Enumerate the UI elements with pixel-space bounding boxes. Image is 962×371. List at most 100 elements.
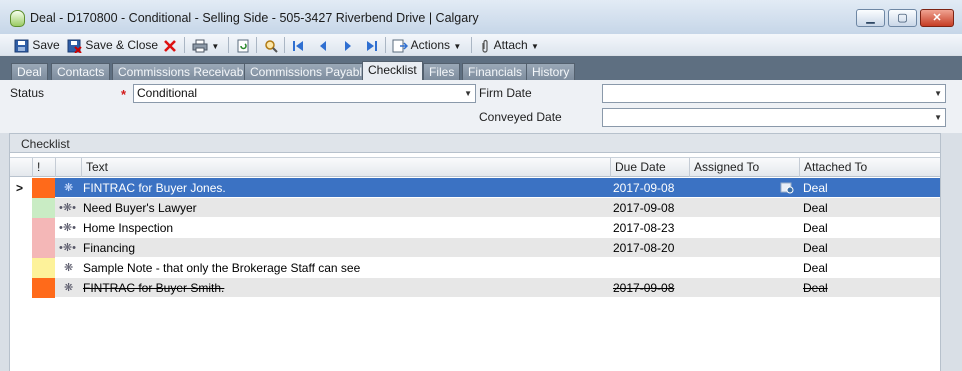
toolbar-separator (228, 37, 229, 53)
row-text: Home Inspection (83, 221, 174, 235)
priority-flag[interactable] (32, 178, 55, 198)
current-row-icon: > (16, 181, 24, 195)
tab-history[interactable]: History (526, 63, 576, 80)
task-type-icon: •❋• (59, 222, 76, 234)
document-refresh-icon (237, 39, 249, 53)
row-selector[interactable] (10, 238, 32, 258)
header-attached-to[interactable]: Attached To (799, 158, 940, 177)
row-selector[interactable] (10, 198, 32, 218)
find-button[interactable] (264, 37, 278, 53)
next-record-button[interactable] (343, 37, 353, 53)
tab-checklist[interactable]: Checklist (362, 61, 423, 80)
delete-icon (164, 39, 176, 52)
minimize-icon: ▁ (866, 12, 875, 24)
row-selector[interactable] (10, 278, 32, 298)
title-bar[interactable]: Deal - D170800 - Conditional - Selling S… (0, 0, 962, 35)
row-attached-to: Deal (803, 221, 828, 235)
actions-icon (392, 39, 408, 53)
chevron-down-icon: ▼ (211, 42, 220, 51)
row-text: Need Buyer's Lawyer (83, 201, 197, 215)
actions-menu[interactable]: Actions ▼ (392, 37, 461, 53)
priority-flag[interactable] (32, 238, 55, 258)
window-title: Deal - D170800 - Conditional - Selling S… (30, 11, 479, 25)
delete-button[interactable] (163, 37, 177, 53)
row-attached-to: Deal (803, 261, 828, 275)
task-type-icon: ❋ (64, 182, 74, 194)
attach-label: Attach (493, 38, 528, 52)
conveyed-date-label: Conveyed Date (479, 110, 562, 124)
row-selector[interactable] (10, 258, 32, 278)
row-selector[interactable]: > (10, 178, 32, 198)
status-label: Status (10, 86, 45, 100)
last-record-icon (367, 40, 377, 51)
save-close-button[interactable]: Save & Close (67, 37, 158, 53)
print-button[interactable]: ▼ (192, 37, 219, 53)
tab-financials[interactable]: Financials (462, 63, 529, 80)
header-row-selector (10, 158, 32, 177)
minimize-button[interactable]: ▁ (856, 9, 885, 27)
save-button[interactable]: Save (14, 37, 60, 53)
table-row[interactable]: •❋• Need Buyer's Lawyer 2017-09-08 Deal (10, 198, 940, 218)
table-row[interactable]: •❋• Home Inspection 2017-08-23 Deal (10, 218, 940, 238)
toolbar: Save Save & Close ▼ Actions ▼ Attach ▼ (0, 34, 962, 55)
previous-record-icon (320, 40, 326, 51)
app-icon (10, 10, 25, 27)
printer-icon (192, 39, 208, 53)
save-close-icon (67, 39, 82, 53)
priority-flag[interactable] (32, 278, 55, 298)
attach-menu[interactable]: Attach ▼ (479, 37, 539, 53)
priority-flag[interactable] (32, 198, 55, 218)
row-attached-to: Deal (803, 181, 828, 195)
table-row[interactable]: •❋• Financing 2017-08-20 Deal (10, 238, 940, 258)
checklist-section-header[interactable]: Checklist (9, 133, 941, 153)
chevron-down-icon: ▼ (531, 42, 539, 51)
save-close-label: Save & Close (85, 38, 159, 52)
chevron-down-icon: ▼ (464, 89, 472, 98)
assign-user-icon[interactable] (780, 181, 794, 195)
row-due-date: 2017-09-08 (613, 201, 675, 215)
chevron-down-icon: ▼ (934, 113, 942, 122)
priority-flag[interactable] (32, 258, 55, 278)
firm-date-picker[interactable]: ▼ (602, 84, 946, 103)
table-row[interactable]: > ❋ FINTRAC for Buyer Jones. 2017-09-08 Deal (10, 178, 940, 198)
save-icon (14, 39, 29, 53)
paperclip-icon (482, 39, 488, 53)
restore-button[interactable]: ▢ (888, 9, 917, 27)
row-text: Sample Note - that only the Brokerage St… (83, 261, 361, 275)
row-text: Financing (83, 241, 136, 255)
first-record-icon (293, 40, 303, 51)
header-due-date[interactable]: Due Date (610, 158, 689, 177)
chevron-down-icon: ▼ (453, 42, 462, 51)
toolbar-separator (284, 37, 285, 53)
header-flag[interactable]: ! (32, 158, 55, 177)
toolbar-separator (471, 37, 472, 53)
priority-flag[interactable] (32, 218, 55, 238)
actions-label: Actions (410, 38, 451, 52)
checklist-grid: ! Text Due Date Assigned To Attached To … (9, 153, 941, 371)
row-selector[interactable] (10, 218, 32, 238)
close-window-button[interactable]: ✕ (920, 9, 954, 27)
first-record-button[interactable] (292, 37, 304, 53)
header-assigned-to[interactable]: Assigned To (689, 158, 799, 177)
tab-contacts[interactable]: Contacts (51, 63, 111, 80)
last-record-button[interactable] (366, 37, 378, 53)
task-type-icon: ❋ (64, 262, 74, 274)
conveyed-date-picker[interactable]: ▼ (602, 108, 946, 127)
previous-record-button[interactable] (318, 37, 328, 53)
header-type[interactable] (55, 158, 81, 177)
row-attached-to: Deal (803, 241, 828, 255)
toolbar-separator (385, 37, 386, 53)
status-dropdown[interactable]: Conditional ▼ (133, 84, 476, 103)
header-text[interactable]: Text (81, 158, 610, 177)
grid-header: ! Text Due Date Assigned To Attached To (10, 157, 940, 177)
tab-commissions-receivable[interactable]: Commissions Receivable (112, 63, 259, 80)
table-row[interactable]: ❋ FINTRAC for Buyer Smith. 2017-09-08 Deal (10, 278, 940, 298)
table-row[interactable]: ❋ Sample Note - that only the Brokerage S… (10, 258, 940, 278)
tab-files[interactable]: Files (423, 63, 461, 80)
tab-commissions-payable[interactable]: Commissions Payable (244, 63, 375, 80)
tab-deal[interactable]: Deal (11, 63, 48, 80)
row-due-date: 2017-08-20 (613, 241, 675, 255)
toolbar-separator (184, 37, 185, 53)
row-due-date: 2017-09-08 (613, 281, 675, 295)
refresh-button[interactable] (236, 37, 250, 53)
